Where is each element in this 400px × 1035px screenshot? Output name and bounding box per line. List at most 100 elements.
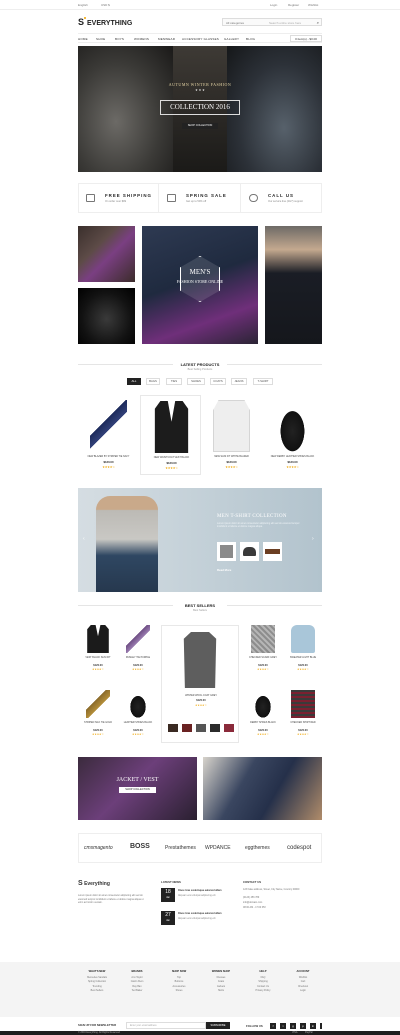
- nav-item-womens[interactable]: WOMENS: [134, 37, 149, 41]
- product-name[interactable]: NEW WAISTCOAT VEST BLACK: [143, 456, 200, 459]
- banner-thumb-scarf[interactable]: [217, 542, 236, 561]
- brand-logo[interactable]: cmsmagento: [84, 845, 113, 851]
- product-name[interactable]: NEW BLAZER BY STRIPED TIE NAVY: [80, 455, 137, 458]
- product-name[interactable]: VEST BLACK SLIM FIT: [78, 656, 118, 659]
- nav-item-shoe[interactable]: SHOE: [96, 37, 105, 41]
- coat-image[interactable]: [183, 632, 217, 688]
- jacket-vest-banner[interactable]: JACKET / VEST SHOP COLLECTION: [78, 757, 197, 820]
- promo-center-image[interactable]: MEN'S FASHION STORE ONLINE: [142, 226, 258, 344]
- bestseller-item[interactable]: CHECKED SHIRT RED $120.00 ★★★★☆: [283, 688, 323, 750]
- promo-tie-image[interactable]: [78, 226, 135, 282]
- product-image[interactable]: [251, 690, 275, 718]
- facebook-icon[interactable]: f: [270, 1023, 276, 1029]
- product-name[interactable]: DERBY SHOES BLACK: [243, 721, 283, 724]
- footer-logo[interactable]: S Everything: [78, 880, 110, 887]
- product-image[interactable]: [251, 625, 275, 653]
- google-icon[interactable]: g: [290, 1023, 296, 1029]
- tab-jeans[interactable]: JEANS: [231, 378, 247, 385]
- brand-logo[interactable]: eggthemes: [245, 845, 270, 851]
- currency-selector[interactable]: USD $: [101, 3, 110, 7]
- product-name[interactable]: CHECKED SHIRT RED: [283, 721, 323, 724]
- brand-logo[interactable]: WPDANCE: [205, 845, 231, 851]
- product-image[interactable]: [126, 625, 150, 653]
- promo-shoes-image[interactable]: [78, 288, 135, 344]
- register-link[interactable]: Register: [288, 3, 299, 7]
- thumb-belt[interactable]: [182, 724, 192, 732]
- news-title[interactable]: Ones ricas scelerisque euismod ullam: [178, 889, 238, 892]
- product-image[interactable]: [126, 690, 150, 718]
- banner-thumb-hat[interactable]: [240, 542, 259, 561]
- tab-coats[interactable]: COATS: [210, 378, 226, 385]
- nav-item-home[interactable]: HOME: [78, 37, 88, 41]
- product-image[interactable]: [213, 400, 250, 452]
- brand-logo[interactable]: codespot: [287, 845, 311, 851]
- product-name[interactable]: CHECKED SCARF GREY: [243, 656, 283, 659]
- bestseller-item[interactable]: VEST BLACK SLIM FIT $120.00 ★★★★☆: [78, 623, 118, 685]
- product-name[interactable]: STRIPED SILK TIE GOLD: [78, 721, 118, 724]
- news-title[interactable]: Ones ricas scelerisque euismod ullam: [178, 912, 238, 915]
- bestseller-item[interactable]: CHECKED SCARF GREY $120.00 ★★★★☆: [243, 623, 283, 685]
- chevron-left-icon[interactable]: ‹: [83, 536, 85, 542]
- tab-tshirt[interactable]: T-SHIRT: [253, 378, 273, 385]
- promo-suit-image[interactable]: [265, 226, 322, 344]
- product-name[interactable]: NEW DERBY LEATHER SHOES BLACK: [264, 455, 321, 458]
- site-logo[interactable]: S Everything: [78, 17, 132, 27]
- chevron-right-icon[interactable]: ›: [312, 536, 314, 542]
- search-category[interactable]: All categories: [226, 21, 244, 25]
- bestseller-item[interactable]: DERBY SHOES BLACK $120.00 ★★★★☆: [243, 688, 283, 750]
- product-card[interactable]: NEW WAISTCOAT VEST BLACK $120.00 ★★★★☆: [140, 395, 201, 475]
- youtube-icon[interactable]: [320, 1023, 322, 1029]
- cart-button[interactable]: 0 item(s) - $0.00: [290, 35, 322, 42]
- contact-email[interactable]: info@domain.com: [243, 901, 262, 904]
- tshirt-banner[interactable]: MEN T-SHIRT COLLECTION Lorem ipsum dolor…: [78, 488, 322, 592]
- tab-all[interactable]: ALL: [127, 378, 141, 385]
- hero-slider[interactable]: AUTUMN WINTER FASHION ★ ★ ★ COLLECTION 2…: [78, 46, 322, 172]
- banner-thumb-belt[interactable]: [263, 542, 282, 561]
- product-name[interactable]: SWEATER LIGHT BLUE: [283, 656, 323, 659]
- nav-item-gallery[interactable]: GALLERY: [224, 37, 239, 41]
- search-input[interactable]: Search entire store here: [269, 21, 301, 25]
- product-image[interactable]: [154, 401, 189, 453]
- tab-shoes[interactable]: SHOES: [187, 378, 205, 385]
- product-card[interactable]: NEW BLAZER BY STRIPED TIE NAVY $120.00 ★…: [78, 395, 139, 475]
- product-name[interactable]: NEW SLIM FIT WHITE BLAZER: [203, 455, 260, 458]
- bestseller-item[interactable]: SWEATER LIGHT BLUE $120.00 ★★★★☆: [283, 623, 323, 685]
- tab-ties[interactable]: TIES: [166, 378, 182, 385]
- search-icon[interactable]: ⌕: [317, 20, 319, 25]
- brand-logo[interactable]: BOSS: [130, 843, 150, 850]
- linkedin-icon[interactable]: in: [310, 1023, 316, 1029]
- product-name[interactable]: PAISLEY TIE PURPLE: [118, 656, 158, 659]
- product-name[interactable]: LEATHER SHOES BLACK: [118, 721, 158, 724]
- nav-item-blog[interactable]: BLOG: [246, 37, 255, 41]
- bestseller-item[interactable]: PAISLEY TIE PURPLE $120.00 ★★★★☆: [118, 623, 158, 685]
- brand-logo[interactable]: Prestathemes: [165, 845, 196, 851]
- search-bar[interactable]: All categories Search entire store here …: [222, 18, 322, 26]
- bestseller-featured[interactable]: WINTER WOOL COAT GREY $120.00 ★★★★☆: [161, 625, 239, 743]
- bestseller-item[interactable]: LEATHER SHOES BLACK $120.00 ★★★★☆: [118, 688, 158, 750]
- tab-bags[interactable]: BAGS: [146, 378, 160, 385]
- product-card[interactable]: NEW SLIM FIT WHITE BLAZER $120.00 ★★★★☆: [201, 395, 262, 475]
- product-name[interactable]: WINTER WOOL COAT GREY: [162, 694, 240, 697]
- twitter-icon[interactable]: t: [280, 1023, 286, 1029]
- nav-item-accessory[interactable]: ACCESSORY GLASSES: [182, 37, 219, 41]
- wishlist-link[interactable]: Wishlist: [308, 3, 318, 7]
- product-image[interactable]: [274, 400, 311, 452]
- nav-item-menwear[interactable]: MENWEAR: [158, 37, 175, 41]
- product-image[interactable]: [86, 690, 110, 718]
- bestseller-item[interactable]: STRIPED SILK TIE GOLD $120.00 ★★★★☆: [78, 688, 118, 750]
- thumb-glove[interactable]: [196, 724, 206, 732]
- banner-read-more[interactable]: Read More: [217, 568, 231, 572]
- thumb-shirt[interactable]: [224, 724, 234, 732]
- nav-item-boys[interactable]: BOYS: [115, 37, 124, 41]
- subscribe-button[interactable]: SUBSCRIBE: [206, 1022, 230, 1029]
- jacket-shop-button[interactable]: SHOP COLLECTION: [119, 787, 156, 793]
- product-image[interactable]: [87, 625, 109, 653]
- thumb-watch[interactable]: [210, 724, 220, 732]
- product-image[interactable]: [291, 690, 315, 718]
- login-link[interactable]: Login: [270, 3, 277, 7]
- product-image[interactable]: [90, 400, 127, 452]
- thumb-shoe[interactable]: [168, 724, 178, 732]
- product-card[interactable]: NEW DERBY LEATHER SHOES BLACK $120.00 ★★…: [262, 395, 323, 475]
- newsletter-email-input[interactable]: Enter your email address: [126, 1022, 206, 1029]
- hero-shop-button[interactable]: SHOP COLLECTION: [182, 123, 218, 129]
